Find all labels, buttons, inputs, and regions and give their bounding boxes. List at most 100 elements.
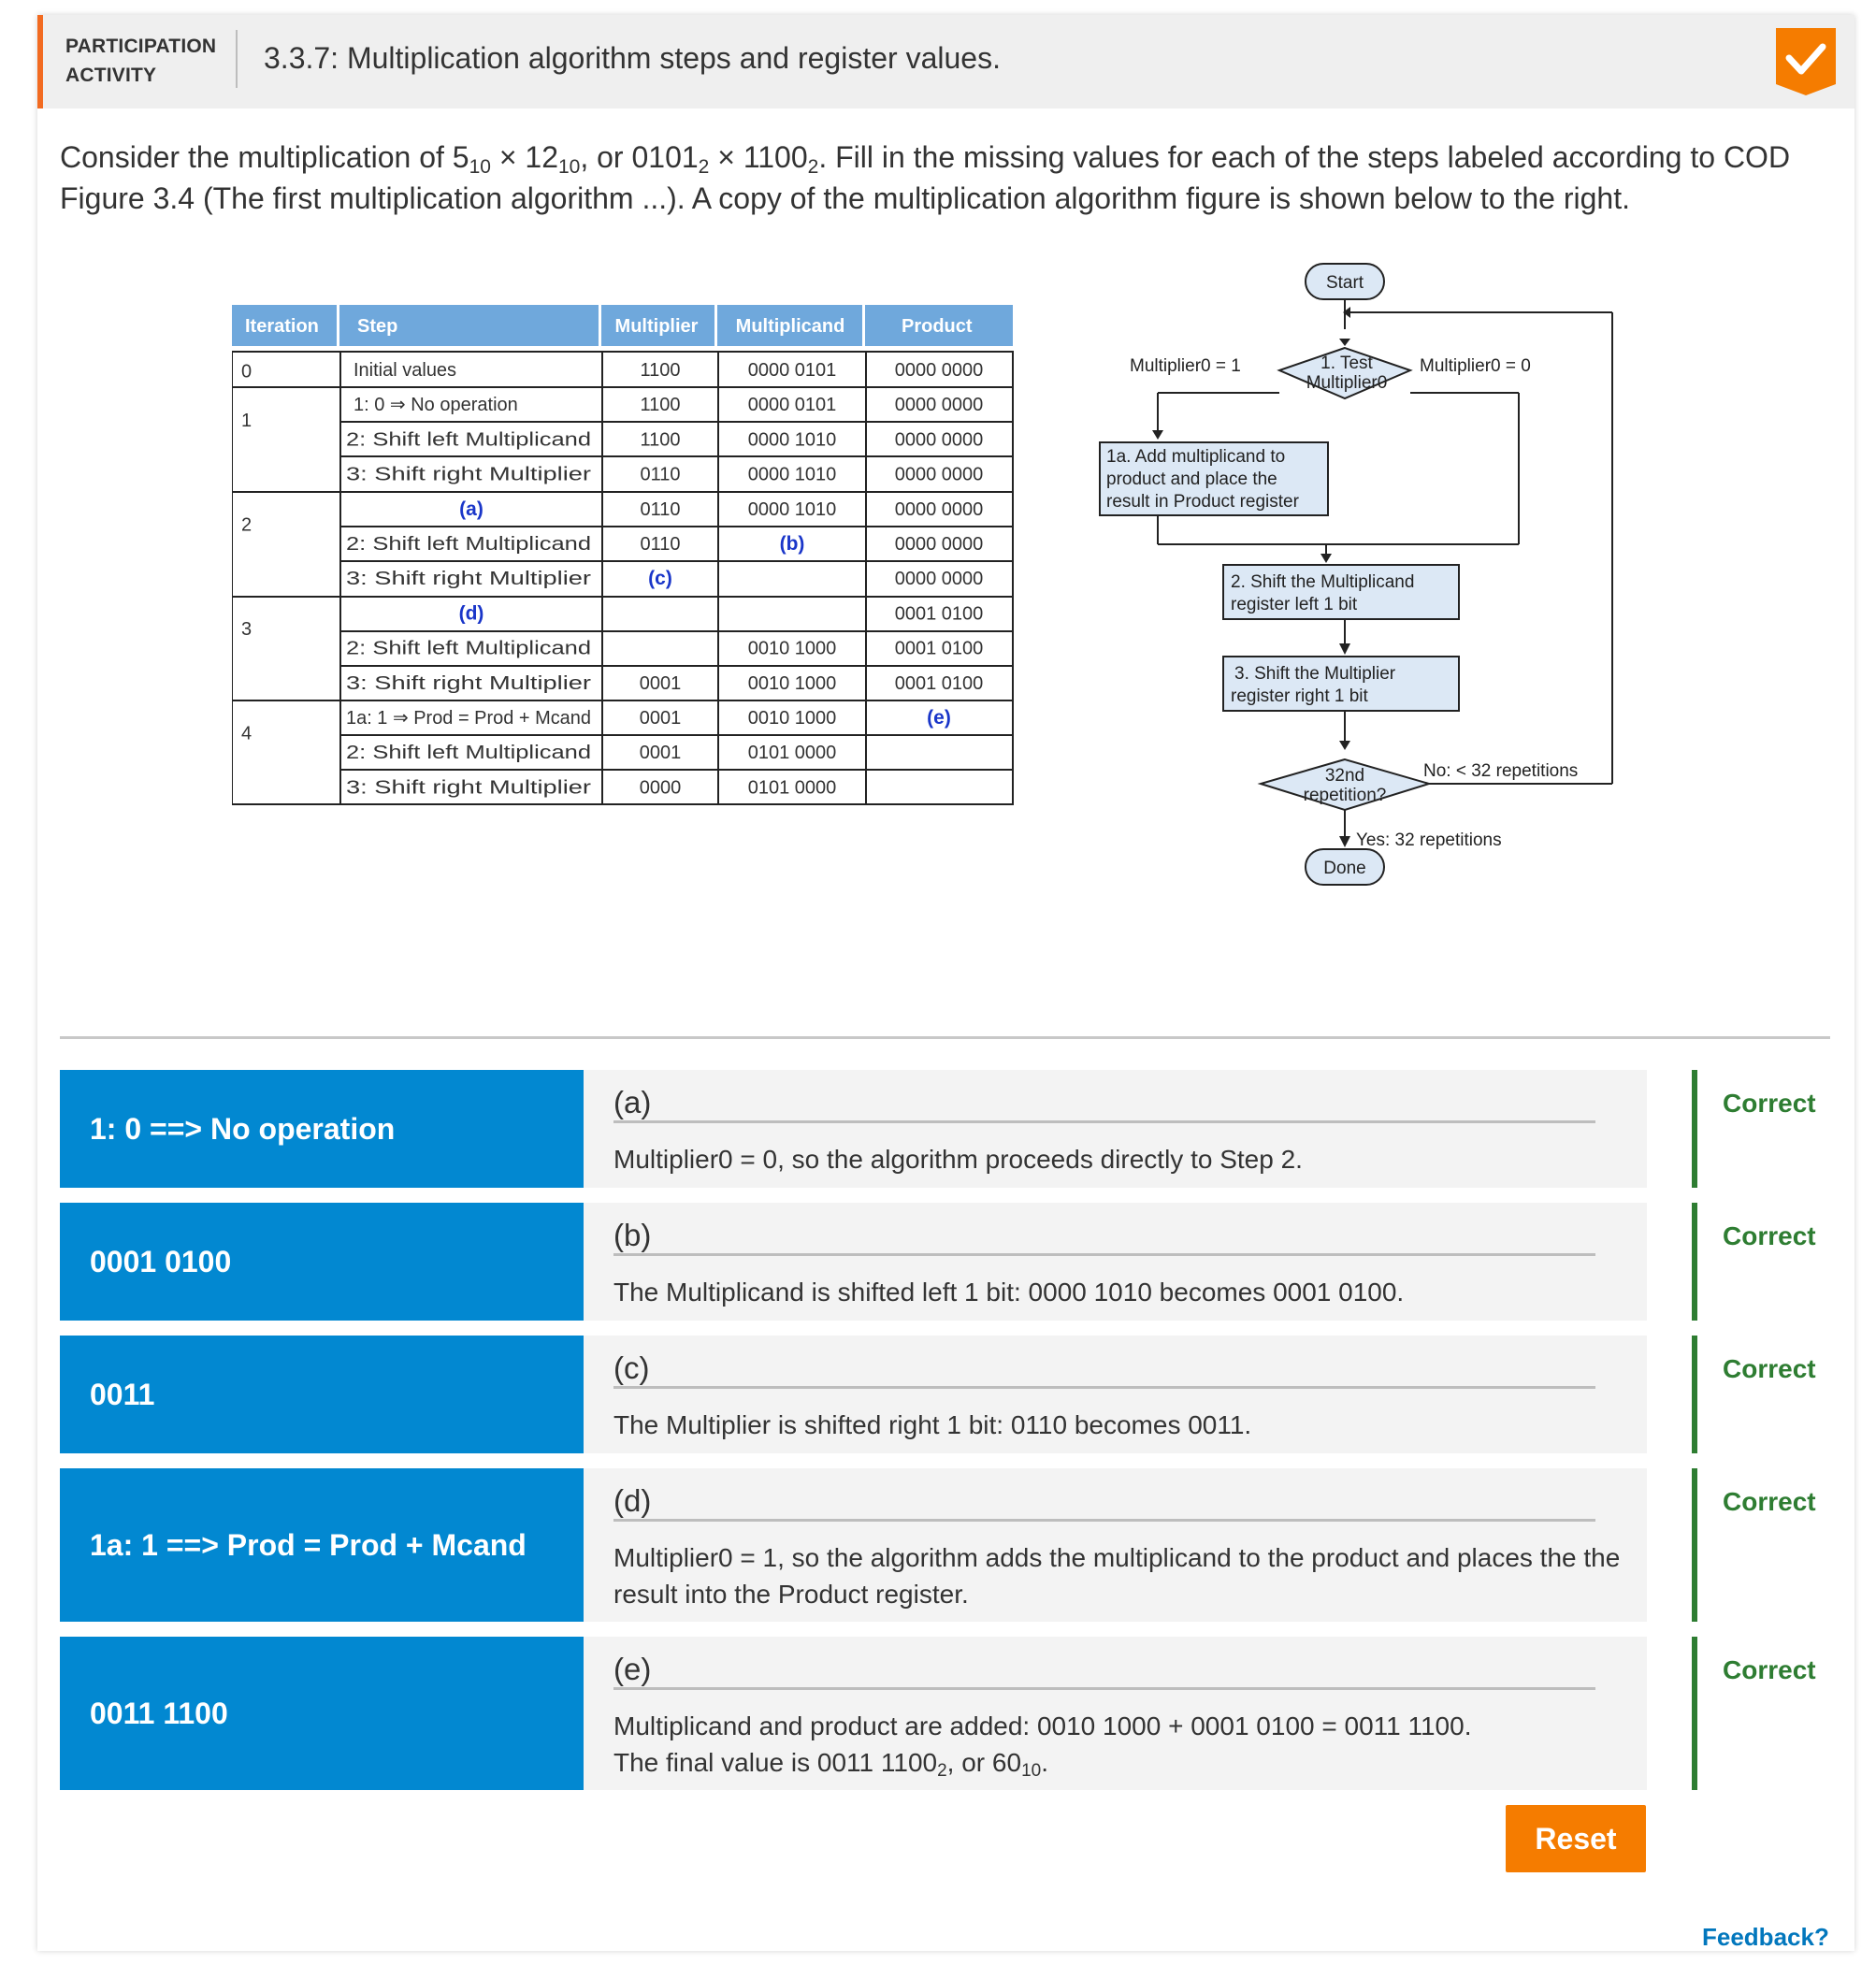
blank-marker: (b) [780,533,805,555]
flow-add-line2: product and place the [1106,469,1277,489]
iteration-number: 4 [241,724,252,744]
feedback-link[interactable]: Feedback? [1702,1923,1829,1952]
activity-type-line2: ACTIVITY [65,65,157,86]
explanation-line2: The final value is 0011 11002, or 6010. [613,1748,1048,1781]
table-cell-multiplicand: 0000 0101 [748,360,837,381]
question-row-e: 0011 1100 (e) Multiplicand and product a… [60,1637,1830,1790]
table-cell-step: 1a: 1 ⇒ Prod = Prod + Mcand [346,708,591,729]
table-cell-step: Initial values [354,360,456,381]
flow-shift2-line1: 3. Shift the Multiplier [1234,664,1396,684]
flow-no-label: No: < 32 repetitions [1423,761,1578,781]
table-cell-multiplier: 0110 [640,465,680,485]
explanation-text: Multiplier0 = 1, so the algorithm adds t… [613,1543,1621,1609]
answer-tile[interactable]: 0011 [60,1336,584,1453]
question-row-d: 1a: 1 ==> Prod = Prod + Mcand (d) Multip… [60,1468,1830,1622]
answer-tile[interactable]: 1: 0 ==> No operation [60,1070,584,1188]
col-header-multiplier: Multiplier [615,316,699,337]
blank-label: (c) [613,1350,650,1385]
flow-test-line2: Multiplier0 [1306,373,1388,393]
table-cell-multiplier: 1100 [640,360,680,381]
question-row-c: 0011 (c) The Multiplier is shifted right… [60,1336,1830,1453]
flow-rep-line1: 32nd [1325,766,1364,786]
reset-button[interactable]: Reset [1506,1805,1646,1872]
status-correct: Correct [1723,1487,1816,1516]
flow-shift2-line2: register right 1 bit [1231,686,1369,706]
answer-tile[interactable]: 0001 0100 [60,1203,584,1321]
table-cell-product: 0000 0000 [895,395,984,415]
flow-yes-label: Yes: 32 repetitions [1356,830,1502,850]
iteration-number: 3 [241,619,252,640]
blank-marker: (a) [459,498,483,520]
iteration-number: 1 [241,411,252,431]
flow-add-line1: 1a. Add multiplicand to [1106,447,1285,467]
col-header-step: Step [357,316,397,337]
blank-marker: (d) [459,602,484,624]
blank-label: (d) [613,1483,652,1518]
participation-activity: PARTICIPATION ACTIVITY 3.3.7: Multiplica… [37,15,1854,1951]
table-cell-multiplicand: 0010 1000 [748,639,837,659]
blank-label: (b) [613,1218,652,1252]
explanation-line1: Multiplicand and product are added: 0010… [613,1711,1472,1740]
answer-tile[interactable]: 0011 1100 [60,1637,584,1790]
table-cell-multiplier: 0001 [640,743,682,763]
table-cell-product: 0000 0000 [895,360,984,381]
table-cell-product: 0000 0000 [895,499,984,520]
correct-indicator-bar [1692,1468,1697,1622]
table-cell-multiplier: 0110 [640,499,680,520]
flow-right-branch: Multiplier0 = 0 [1420,356,1531,376]
section-divider [60,1036,1830,1039]
status-correct: Correct [1723,1221,1816,1250]
blank-target[interactable]: (e) Multiplicand and product are added: … [584,1637,1647,1790]
question-row-b: 0001 0100 (b) The Multiplicand is shifte… [60,1203,1830,1321]
table-cell-product: 0000 0000 [895,465,984,485]
table-cell-multiplicand: 0101 0000 [748,777,837,798]
flow-add-line3: result in Product register [1106,492,1300,512]
blank-underline [613,1519,1595,1522]
question-row-a: 1: 0 ==> No operation (a) Multiplier0 = … [60,1070,1830,1188]
explanation-text: The Multiplicand is shifted left 1 bit: … [613,1278,1405,1307]
flow-start: Start [1326,273,1364,293]
activity-instructions: Consider the multiplication of 510 × 121… [60,140,1791,215]
table-cell-multiplicand: 0000 1010 [748,429,837,450]
table-cell-multiplier: 0001 [640,708,682,729]
table-cell-multiplicand: 0010 1000 [748,673,837,694]
explanation-text: The Multiplier is shifted right 1 bit: 0… [613,1410,1252,1439]
status-correct: Correct [1723,1089,1816,1118]
activity-type-label: PARTICIPATION ACTIVITY [65,32,216,90]
blank-marker: (c) [648,568,672,589]
table-cell-multiplicand: 0010 1000 [748,708,837,729]
blank-label: (a) [613,1085,652,1119]
table-cell-product: 0000 0000 [895,534,984,555]
iteration-number: 0 [241,362,252,383]
algorithm-figure: Iteration Step Multiplier Multiplicand P… [232,263,1613,886]
table-cell-multiplicand: 0000 1010 [748,499,837,520]
table-cell-step: 2: Shift left Multiplicand [346,743,591,763]
flow-rep-line2: repetition? [1304,786,1387,805]
table-cell-step: 3: Shift right Multiplier [346,569,591,589]
table-cell-multiplicand: 0000 1010 [748,465,837,485]
flow-shift1-line2: register left 1 bit [1231,595,1358,614]
blank-target[interactable]: (d) Multiplier0 = 1, so the algorithm ad… [584,1468,1647,1622]
blank-target[interactable]: (a) Multiplier0 = 0, so the algorithm pr… [584,1070,1647,1188]
table-cell-product: 0000 0000 [895,569,984,589]
blank-underline [613,1120,1595,1123]
header-separator [236,30,238,88]
table-cell-multiplicand: 0101 0000 [748,743,837,763]
col-header-multiplicand: Multiplicand [736,316,845,337]
table-cell-product: 0001 0100 [895,639,984,659]
activity-title: 3.3.7: Multiplication algorithm steps an… [264,41,1001,75]
flow-shift1-line1: 2. Shift the Multiplicand [1231,572,1414,592]
blank-marker: (e) [927,707,951,729]
blank-label: (e) [613,1652,652,1686]
blank-target[interactable]: (c) The Multiplier is shifted right 1 bi… [584,1336,1647,1453]
correct-indicator-bar [1692,1336,1697,1453]
table-cell-multiplier: 1100 [640,395,680,415]
table-cell-step: 1: 0 ⇒ No operation [354,395,518,415]
table-cell-multiplier: 0000 [640,777,682,798]
table-cell-step: 3: Shift right Multiplier [346,465,591,485]
checkmark-icon [1776,28,1836,95]
blank-target[interactable]: (b) The Multiplicand is shifted left 1 b… [584,1203,1647,1321]
answer-tile[interactable]: 1a: 1 ==> Prod = Prod + Mcand [60,1468,584,1622]
status-correct: Correct [1723,1354,1816,1383]
flow-done: Done [1323,859,1365,878]
